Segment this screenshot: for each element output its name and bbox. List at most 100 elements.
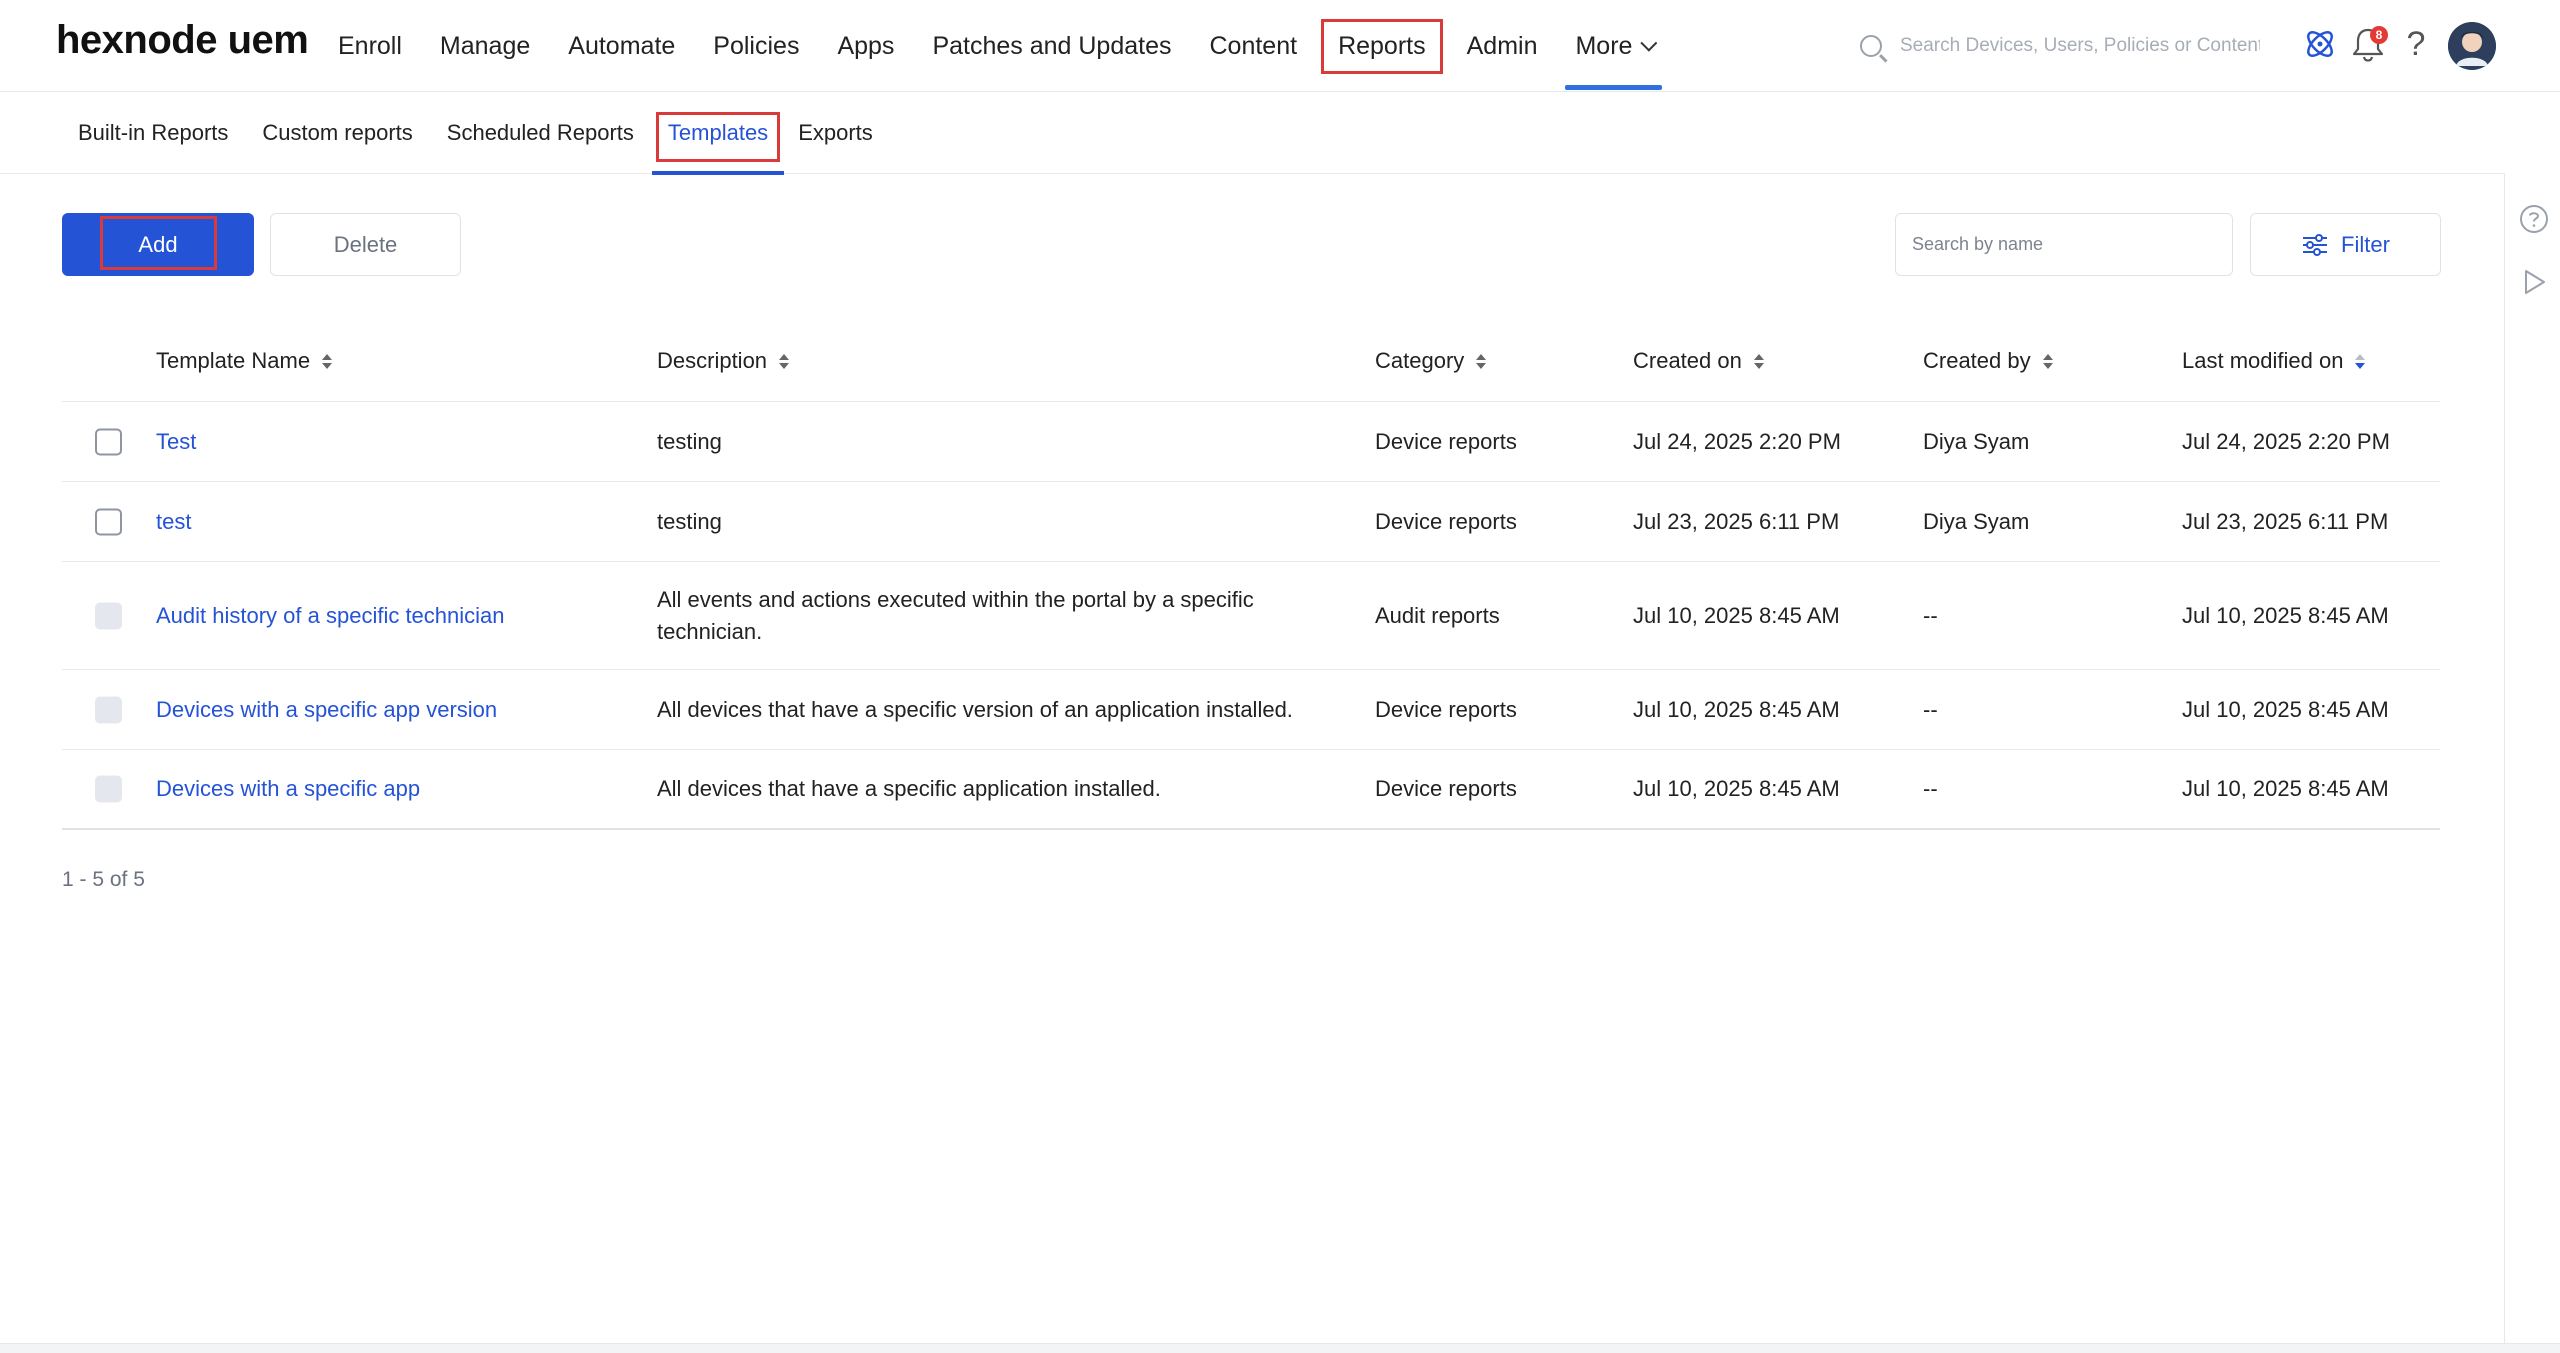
nav-more-label: More [1575,31,1633,60]
chevron-down-icon [1640,34,1658,52]
template-description: testing [657,508,722,534]
column-header-template-name[interactable]: Template Name [156,348,333,374]
table-row: test testing Device reports Jul 23, 2025… [62,482,2440,562]
column-header-label: Category [1375,348,1465,373]
notification-count-badge: 8 [2370,26,2388,44]
template-description: testing [657,428,722,454]
sort-icon [1476,353,1487,369]
help-button[interactable]: ? [2396,24,2436,64]
nav-content[interactable]: Content [1210,0,1298,92]
column-header-label: Last modified on [2182,348,2344,373]
notifications-button[interactable]: 8 [2348,24,2388,64]
hexnode-logo[interactable]: hexnode uem [56,18,309,63]
filter-button-label: Filter [2341,231,2390,257]
filter-sliders-icon [2303,233,2328,256]
nav-patches-and-updates[interactable]: Patches and Updates [932,0,1171,92]
atom-icon [2307,31,2333,57]
template-description: All events and actions executed within t… [657,586,1254,644]
template-created-on: Jul 10, 2025 8:45 AM [1633,602,1840,628]
templates-table: Template Name Description Category Creat… [62,322,2440,830]
table-row: Test testing Device reports Jul 24, 2025… [62,402,2440,482]
user-avatar[interactable] [2448,22,2496,70]
filter-button[interactable]: Filter [2250,213,2441,276]
row-checkbox-disabled [95,696,122,723]
column-header-created-by[interactable]: Created by [1923,348,2053,374]
global-search-input[interactable] [1900,35,2260,57]
template-last-modified: Jul 23, 2025 6:11 PM [2182,508,2389,534]
row-checkbox[interactable] [95,508,122,535]
table-row: Devices with a specific app All devices … [62,750,2440,830]
template-created-on: Jul 10, 2025 8:45 AM [1633,776,1840,801]
play-tour-icon[interactable] [2519,267,2549,297]
search-by-name-input[interactable] [1895,213,2233,276]
global-search [1860,26,2280,66]
tab-templates[interactable]: Templates [651,92,785,175]
avatar-icon [2448,22,2496,70]
nav-apps[interactable]: Apps [837,0,894,92]
ai-assistant-icon[interactable] [2300,24,2340,64]
row-checkbox[interactable] [95,428,122,455]
column-header-created-on[interactable]: Created on [1633,348,1764,374]
sort-icon [322,353,333,369]
table-header-row: Template Name Description Category Creat… [62,322,2440,402]
nav-manage[interactable]: Manage [440,0,530,92]
search-icon [1860,35,1882,57]
column-header-last-modified-on[interactable]: Last modified on [2182,348,2366,374]
template-created-by: -- [1923,776,1938,801]
template-created-by: Diya Syam [1923,508,2030,534]
tab-custom-reports[interactable]: Custom reports [262,92,412,174]
tab-built-in-reports[interactable]: Built-in Reports [78,92,228,174]
column-header-label: Template Name [156,348,311,373]
table-row: Audit history of a specific technician A… [62,562,2440,670]
column-header-label: Created on [1633,348,1742,373]
sort-descending-icon [2355,353,2366,369]
template-name-link[interactable]: Devices with a specific app version [156,694,497,726]
template-description: All devices that have a specific applica… [657,776,1161,801]
add-template-button[interactable]: Add [62,213,254,276]
nav-admin[interactable]: Admin [1467,0,1538,92]
template-last-modified: Jul 10, 2025 8:45 AM [2182,602,2389,628]
template-last-modified: Jul 10, 2025 8:45 AM [2182,776,2389,801]
highlight-box [655,112,781,162]
template-description: All devices that have a specific version… [657,696,1293,722]
nav-reports[interactable]: Reports [1321,18,1443,74]
template-category: Device reports [1375,776,1517,801]
template-name-link[interactable]: Devices with a specific app [156,773,420,805]
tab-exports[interactable]: Exports [798,92,873,174]
template-created-on: Jul 23, 2025 6:11 PM [1633,508,1840,534]
question-mark-icon: ? [2406,24,2426,63]
row-checkbox-disabled [95,602,122,629]
template-category: Device reports [1375,428,1517,454]
template-created-by: -- [1923,602,1938,628]
main-nav: Enroll Manage Automate Policies Apps Pat… [338,0,1690,92]
column-header-category[interactable]: Category [1375,348,1487,374]
template-created-by: Diya Syam [1923,428,2030,454]
template-name-link[interactable]: Audit history of a specific technician [156,600,505,632]
template-last-modified: Jul 24, 2025 2:20 PM [2182,428,2390,454]
table-row: Devices with a specific app version All … [62,670,2440,750]
delete-template-button[interactable]: Delete [270,213,461,276]
column-header-label: Description [657,348,768,373]
column-header-description[interactable]: Description [657,348,790,374]
bottom-border [0,1343,2560,1353]
reports-subnav: Built-in Reports Custom reports Schedule… [0,92,2505,175]
template-created-on: Jul 24, 2025 2:20 PM [1633,428,1841,454]
template-name-link[interactable]: test [156,506,191,538]
right-side-rail [2504,174,2560,1344]
template-name-link[interactable]: Test [156,426,196,458]
nav-automate[interactable]: Automate [568,0,675,92]
row-checkbox-disabled [95,775,122,803]
nav-more[interactable]: More [1565,0,1663,92]
template-created-by: -- [1923,696,1938,722]
nav-policies[interactable]: Policies [713,0,799,92]
help-circle-icon[interactable] [2519,204,2549,234]
template-created-on: Jul 10, 2025 8:45 AM [1633,696,1840,722]
template-category: Device reports [1375,696,1517,722]
template-category: Device reports [1375,508,1517,534]
sort-icon [1753,353,1764,369]
template-category: Audit reports [1375,602,1500,628]
tab-scheduled-reports[interactable]: Scheduled Reports [447,92,634,174]
nav-enroll[interactable]: Enroll [338,0,402,92]
top-navigation-bar: hexnode uem Enroll Manage Automate Polic… [0,0,2560,92]
column-header-label: Created by [1923,348,2031,373]
